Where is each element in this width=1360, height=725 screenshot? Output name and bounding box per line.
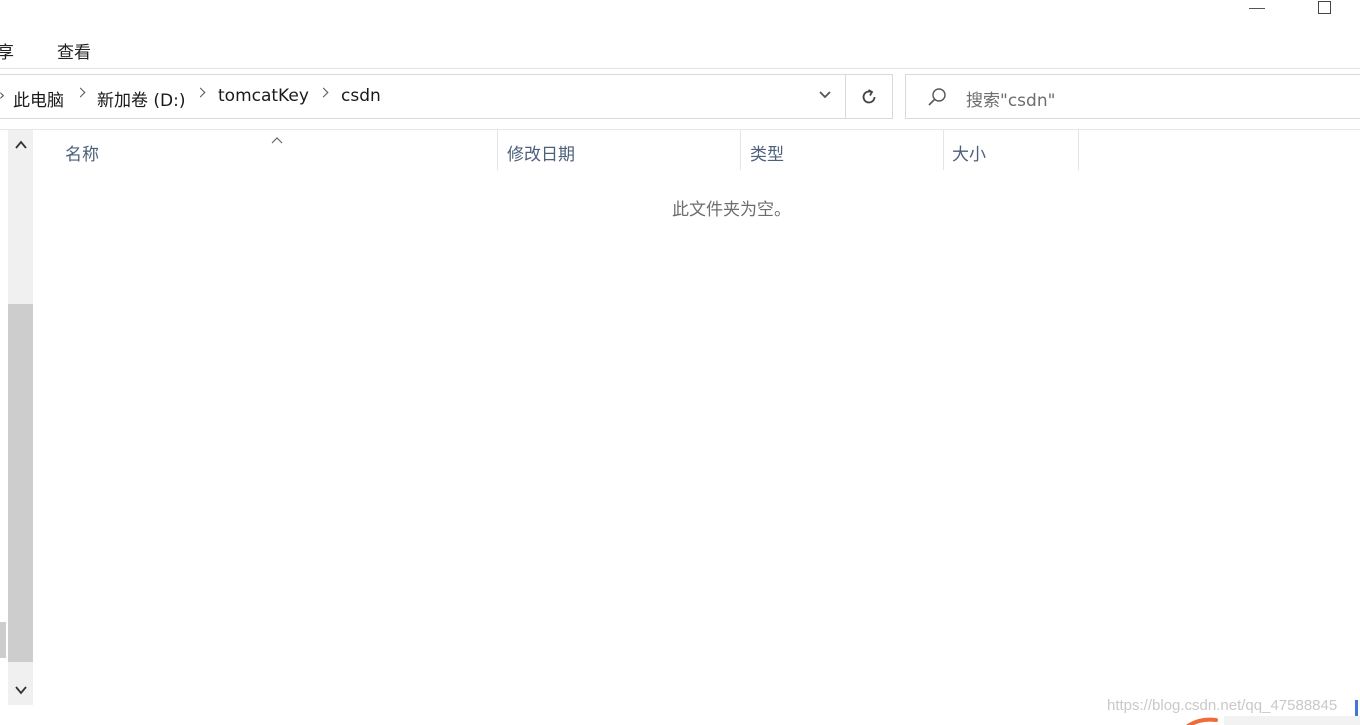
- scroll-thumb[interactable]: [8, 304, 33, 662]
- status-bar-fragment: [1224, 716, 1360, 725]
- column-divider[interactable]: [497, 130, 498, 170]
- breadcrumb-volume-d[interactable]: 新加卷 (D:): [97, 86, 186, 111]
- search-placeholder[interactable]: 搜索"csdn": [966, 86, 1055, 111]
- nav-pane-selection-edge: [0, 622, 6, 658]
- scroll-down-button[interactable]: [8, 677, 33, 703]
- column-header-type[interactable]: 类型: [750, 140, 784, 165]
- chevron-right-icon[interactable]: [195, 87, 206, 98]
- content-divider: [0, 129, 1360, 130]
- column-header-date-modified[interactable]: 修改日期: [507, 140, 575, 165]
- sort-ascending-icon: [270, 130, 284, 149]
- column-divider[interactable]: [740, 130, 741, 170]
- breadcrumb-this-pc[interactable]: 此电脑: [13, 86, 64, 111]
- breadcrumb-tomcatkey[interactable]: tomcatKey: [218, 86, 309, 106]
- tab-view[interactable]: 查看: [57, 38, 91, 63]
- maximize-button[interactable]: [1318, 1, 1331, 14]
- ribbon-divider: [0, 68, 1360, 69]
- search-box[interactable]: 搜索"csdn": [905, 74, 1360, 119]
- refresh-icon: [862, 88, 876, 103]
- chevron-up-icon: [14, 140, 27, 149]
- accent-edge: [1355, 700, 1358, 716]
- chevron-down-icon[interactable]: [817, 87, 833, 103]
- breadcrumb-csdn[interactable]: csdn: [341, 86, 381, 106]
- nav-pane-scrollbar[interactable]: [8, 130, 33, 705]
- chevron-left-edge-icon[interactable]: ›: [0, 86, 5, 104]
- column-header-name[interactable]: 名称: [65, 140, 99, 165]
- empty-folder-message: 此文件夹为空。: [672, 200, 791, 220]
- chevron-right-icon[interactable]: [318, 87, 329, 98]
- column-divider[interactable]: [1078, 130, 1079, 170]
- column-header-size[interactable]: 大小: [952, 140, 986, 165]
- column-divider[interactable]: [943, 130, 944, 170]
- chevron-down-icon: [14, 686, 27, 695]
- orange-annotation-mark: [1186, 712, 1226, 725]
- minimize-button[interactable]: [1249, 8, 1265, 9]
- address-bar[interactable]: › 此电脑 新加卷 (D:) tomcatKey csdn: [0, 74, 846, 119]
- chevron-right-icon[interactable]: [75, 87, 86, 98]
- file-explorer-window: 享 查看 › 此电脑 新加卷 (D:) tomcatKey csdn 搜索"cs…: [0, 0, 1360, 725]
- tab-share[interactable]: 享: [0, 38, 14, 63]
- refresh-button[interactable]: [846, 74, 893, 119]
- search-icon: [926, 86, 948, 112]
- scroll-up-button[interactable]: [8, 132, 33, 158]
